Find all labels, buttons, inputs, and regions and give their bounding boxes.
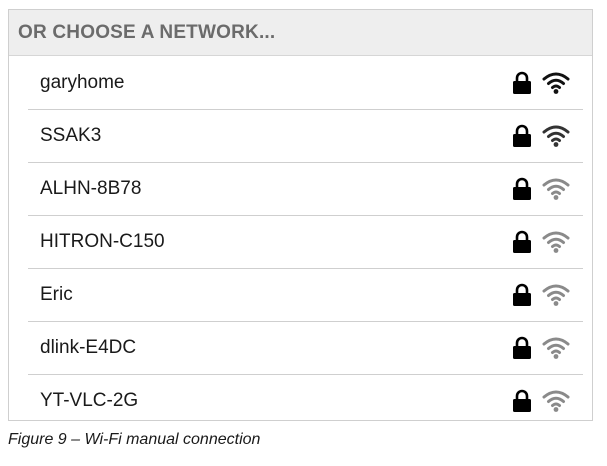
network-row[interactable]: Eric — [9, 268, 592, 321]
wifi-icon — [542, 284, 570, 306]
figure-caption: Figure 9 – Wi-Fi manual connection — [8, 431, 261, 448]
network-name: dlink-E4DC — [40, 336, 137, 358]
network-name: SSAK3 — [40, 124, 102, 146]
network-row[interactable]: garyhome — [9, 56, 592, 109]
network-name: Eric — [40, 283, 73, 305]
wifi-icon — [542, 390, 570, 412]
wifi-icon — [542, 72, 570, 94]
lock-icon — [513, 389, 531, 412]
lock-icon — [513, 71, 531, 94]
network-row[interactable]: YT-VLC-2G — [9, 374, 592, 427]
wifi-icon — [542, 231, 570, 253]
network-name: HITRON-C150 — [40, 230, 165, 252]
network-row[interactable]: HITRON-C150 — [9, 215, 592, 268]
panel-title: OR CHOOSE A NETWORK... — [18, 21, 276, 43]
lock-icon — [513, 124, 531, 147]
lock-icon — [513, 177, 531, 200]
wifi-icon — [542, 178, 570, 200]
lock-icon — [513, 230, 531, 253]
lock-icon — [513, 336, 531, 359]
network-name: ALHN-8B78 — [40, 177, 142, 199]
network-row[interactable]: dlink-E4DC — [9, 321, 592, 374]
wifi-icon — [542, 125, 570, 147]
network-chooser-panel: OR CHOOSE A NETWORK... garyhome SSAK3 ALHN… — [8, 9, 593, 421]
wifi-icon — [542, 337, 570, 359]
network-name: garyhome — [40, 71, 125, 93]
lock-icon — [513, 283, 531, 306]
network-row[interactable]: ALHN-8B78 — [9, 162, 592, 215]
network-row[interactable]: SSAK3 — [9, 109, 592, 162]
network-list: garyhome SSAK3 ALHN-8B78 HITRON-C150 Eric dli… — [9, 56, 592, 427]
network-name: YT-VLC-2G — [40, 389, 139, 411]
panel-header: OR CHOOSE A NETWORK... — [9, 10, 592, 56]
